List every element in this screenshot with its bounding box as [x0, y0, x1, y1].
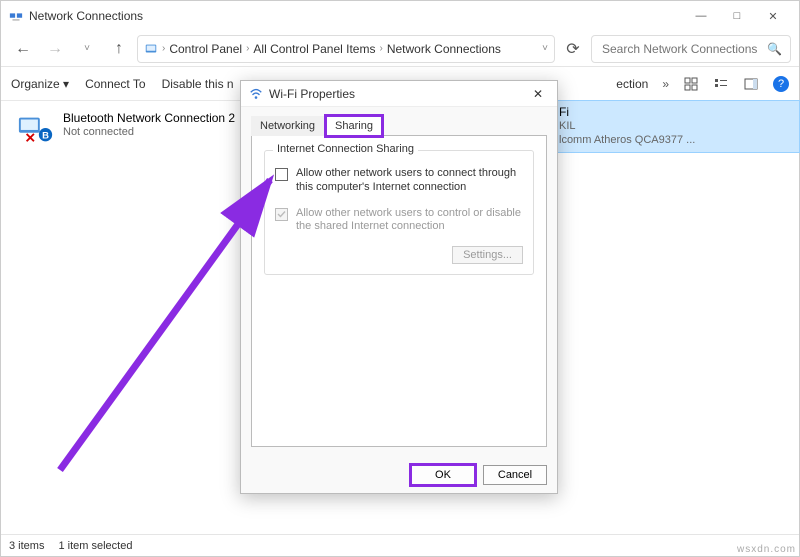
maximize-button[interactable]: □	[719, 2, 755, 30]
svg-text:B: B	[42, 131, 49, 142]
dialog-close-button[interactable]: ✕	[527, 83, 549, 105]
allow-control-checkbox	[275, 208, 288, 221]
window-title: Network Connections	[29, 9, 683, 23]
allow-control-label: Allow other network users to control or …	[296, 207, 523, 235]
connect-to-button[interactable]: Connect To	[85, 77, 146, 91]
disable-device-button[interactable]: Disable this n	[162, 77, 234, 91]
dialog-tabs: Networking Sharing	[251, 115, 547, 135]
tab-sharing[interactable]: Sharing	[326, 116, 382, 136]
truncated-toolbar-label[interactable]: ection	[616, 77, 648, 91]
up-button[interactable]: ↑	[105, 35, 133, 63]
wifi-properties-dialog: Wi-Fi Properties ✕ Networking Sharing In…	[240, 80, 558, 494]
help-icon[interactable]: ?	[773, 76, 789, 92]
dialog-titlebar: Wi-Fi Properties ✕	[241, 81, 557, 107]
network-icon	[9, 9, 23, 23]
watermark: wsxdn.com	[737, 544, 796, 555]
allow-connect-label: Allow other network users to connect thr…	[296, 167, 523, 195]
titlebar: Network Connections — □ ✕	[1, 1, 799, 31]
connection-status: Not connected	[63, 126, 235, 140]
breadcrumb-dropdown-icon[interactable]: ˅	[542, 43, 548, 54]
search-box[interactable]: 🔍	[591, 35, 791, 63]
dialog-title: Wi-Fi Properties	[269, 87, 355, 101]
chevron-right-icon: ›	[162, 43, 165, 54]
cancel-button[interactable]: Cancel	[483, 465, 547, 485]
back-button[interactable]: ←	[9, 35, 37, 63]
breadcrumb-root[interactable]: Control Panel	[169, 42, 242, 56]
dialog-button-row: OK Cancel	[241, 457, 557, 493]
connection-item-wifi[interactable]: Fi KIL lcomm Atheros QCA9377 ...	[551, 101, 799, 152]
organize-menu[interactable]: Organize ▾	[11, 77, 69, 91]
settings-button: Settings...	[452, 246, 523, 264]
statusbar: 3 items 1 item selected	[1, 534, 799, 556]
sharing-tab-panel: Internet Connection Sharing Allow other …	[251, 135, 547, 447]
close-window-button[interactable]: ✕	[755, 2, 791, 30]
navbar: ← → ˅ ↑ › Control Panel › All Control Pa…	[1, 31, 799, 67]
breadcrumb[interactable]: › Control Panel › All Control Panel Item…	[137, 35, 555, 63]
tab-networking[interactable]: Networking	[251, 116, 324, 136]
connection-adapter: lcomm Atheros QCA9377 ...	[559, 134, 695, 148]
breadcrumb-leaf[interactable]: Network Connections	[387, 42, 501, 56]
refresh-button[interactable]: ⟳	[559, 35, 587, 63]
wifi-icon	[249, 87, 263, 101]
forward-button[interactable]: →	[41, 35, 69, 63]
ics-group-title: Internet Connection Sharing	[273, 143, 418, 155]
control-panel-icon	[144, 42, 158, 56]
item-count: 3 items	[9, 540, 44, 552]
breadcrumb-mid[interactable]: All Control Panel Items	[253, 42, 375, 56]
minimize-button[interactable]: —	[683, 2, 719, 30]
connection-title: Bluetooth Network Connection 2	[63, 111, 235, 126]
chevron-down-icon[interactable]: ˅	[73, 35, 101, 63]
chevron-right-icon: ›	[246, 43, 249, 54]
connection-item-bluetooth[interactable]: B ✕ Bluetooth Network Connection 2 Not c…	[13, 107, 273, 528]
ics-groupbox: Internet Connection Sharing Allow other …	[264, 150, 534, 275]
chevron-right-icon: ›	[379, 43, 382, 54]
selection-count: 1 item selected	[58, 540, 132, 552]
connection-title: Fi	[559, 105, 695, 120]
bluetooth-connection-icon: B ✕	[17, 111, 55, 147]
svg-text:✕: ✕	[25, 130, 36, 145]
search-icon: 🔍	[767, 42, 782, 56]
search-input[interactable]	[600, 41, 761, 57]
overflow-chevron-icon[interactable]: »	[662, 77, 669, 91]
connection-line2: KIL	[559, 120, 695, 134]
view-details-icon[interactable]	[713, 76, 729, 92]
ok-button[interactable]: OK	[411, 465, 475, 485]
preview-pane-icon[interactable]	[743, 76, 759, 92]
view-icons-icon[interactable]	[683, 76, 699, 92]
allow-connect-checkbox[interactable]	[275, 168, 288, 181]
